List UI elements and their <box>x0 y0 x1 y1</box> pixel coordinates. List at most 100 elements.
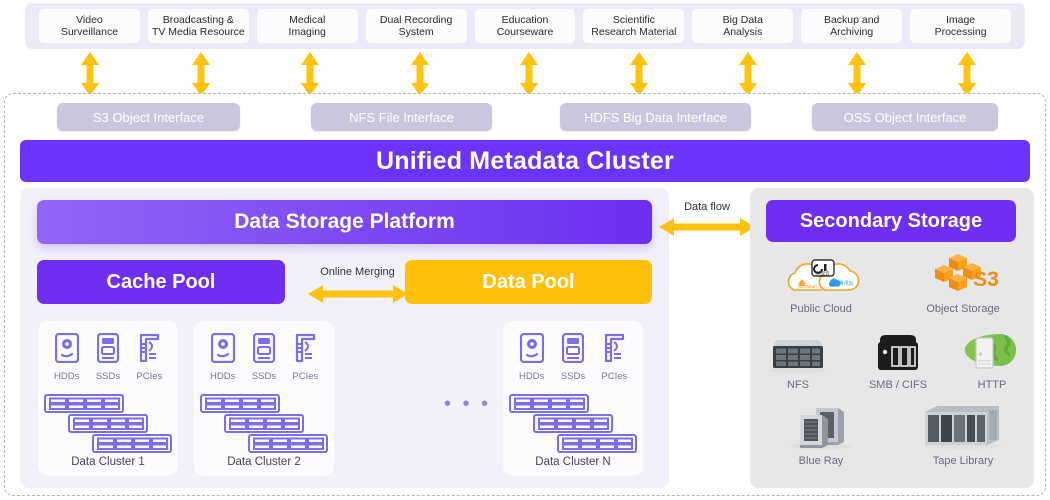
data-cluster-name: Data Cluster 2 <box>227 456 301 468</box>
vertical-double-arrow-icon <box>737 52 759 96</box>
secondary-item-smb-cifs[interactable]: SMB / CIFS <box>850 328 946 391</box>
media-item-hdd: HDDs <box>513 332 551 382</box>
vertical-double-arrow-icon <box>628 52 650 96</box>
media-label: PCIes <box>292 371 319 382</box>
media-row: HDDs SSDs PCIes <box>503 332 643 382</box>
interface-label: OSS Object Interface <box>843 109 967 125</box>
media-label: HDDs <box>209 371 236 382</box>
media-label: SSDs <box>95 371 121 382</box>
cache-pool-label: Cache Pool <box>106 270 216 293</box>
interface-pill-oss[interactable]: OSS Object Interface <box>812 103 998 131</box>
secondary-item-nfs[interactable]: NFS <box>754 328 842 391</box>
media-item-ssd: SSDs <box>554 332 592 382</box>
applications-band: Video Surveillance Broadcasting & TV Media… <box>25 3 1025 49</box>
application-label-line2: TV Media Resource <box>151 26 245 38</box>
ssd-icon <box>561 332 585 364</box>
vertical-double-arrow-icon <box>956 52 978 96</box>
secondary-item-blue-ray[interactable]: Blue Ray <box>766 404 876 467</box>
application-box[interactable]: Image Processing <box>910 9 1012 43</box>
data-pool-label: Data Pool <box>482 270 575 293</box>
secondary-item-label: NFS <box>787 379 809 391</box>
svg-text:阿里云: 阿里云 <box>816 270 830 277</box>
application-label-line2: Courseware <box>496 26 554 38</box>
data-cluster-card[interactable]: HDDs SSDs PCIes <box>503 321 643 476</box>
application-box[interactable]: Backup and Archiving <box>801 9 903 43</box>
data-flow-label: Data flow <box>684 201 730 213</box>
media-label: PCIes <box>601 371 628 382</box>
vertical-double-arrow-icon <box>79 52 101 96</box>
pcie-card-icon <box>605 333 625 363</box>
online-merging-double-arrow-icon <box>308 283 408 305</box>
application-box[interactable]: Dual Recording System <box>365 9 467 43</box>
application-label-line2: System <box>398 26 434 38</box>
server-rack-stack-icon <box>44 394 172 459</box>
media-label: SSDs <box>560 371 586 382</box>
media-item-pcie: PCIes <box>130 333 168 382</box>
application-label-line2: Processing <box>934 26 987 38</box>
secondary-storage-row: 阿里云 amazon 腾讯云 Public Cloud S3 Object St… <box>750 252 1034 315</box>
secondary-storage-row: Blue Ray Tape Library <box>750 404 1034 467</box>
secondary-item-label: Blue Ray <box>798 455 844 467</box>
unified-metadata-cluster-title: Unified Metadata Cluster <box>376 146 674 175</box>
data-storage-platform-panel: Data Storage Platform Cache Pool Online … <box>20 188 669 488</box>
secondary-storage-bar: Secondary Storage <box>766 200 1016 242</box>
application-box[interactable]: Medical Imaging <box>256 9 358 43</box>
interface-label: S3 Object Interface <box>92 109 205 125</box>
media-row: HDDs SSDs PCIes <box>38 332 178 382</box>
data-cluster-card[interactable]: HDDs SSDs PCIes <box>38 321 178 476</box>
data-storage-platform-title: Data Storage Platform <box>234 210 455 233</box>
secondary-item-label: Tape Library <box>932 455 994 467</box>
data-cluster-card[interactable]: HDDs SSDs PCIes <box>194 321 334 476</box>
hard-disk-icon <box>54 332 79 364</box>
application-box[interactable]: Video Surveillance <box>39 9 140 43</box>
svg-text:amazon: amazon <box>799 285 817 290</box>
unified-metadata-cluster-bar: Unified Metadata Cluster <box>20 140 1030 182</box>
interface-pill-s3[interactable]: S3 Object Interface <box>57 103 240 131</box>
media-item-pcie: PCIes <box>286 333 324 382</box>
pcie-card-icon <box>296 333 316 363</box>
application-label-line2: Surveillance <box>60 26 119 38</box>
application-label-line1: Video <box>76 14 103 26</box>
cache-pool-box: Cache Pool <box>37 260 285 304</box>
data-flow-double-arrow-icon <box>659 216 755 238</box>
svg-text:腾讯云: 腾讯云 <box>838 280 853 287</box>
interface-label: NFS File Interface <box>349 109 454 125</box>
vertical-double-arrow-icon <box>409 52 431 96</box>
data-pool-box: Data Pool <box>405 260 652 304</box>
application-label-line1: Medical <box>289 14 326 26</box>
media-item-pcie: PCIes <box>595 333 633 382</box>
ssd-icon <box>96 332 120 364</box>
s3-badge-text: S3 <box>973 268 999 291</box>
data-storage-platform-bar: Data Storage Platform <box>37 200 652 244</box>
server-rack-stack-icon <box>200 394 328 459</box>
secondary-item-tape-library[interactable]: Tape Library <box>908 404 1018 467</box>
secondary-item-object-storage[interactable]: S3 Object Storage <box>908 252 1018 315</box>
media-item-hdd: HDDs <box>204 332 242 382</box>
interface-pill-hdfs[interactable]: HDFS Big Data Interface <box>560 103 751 131</box>
vertical-double-arrow-icon <box>190 52 212 96</box>
secondary-item-label: SMB / CIFS <box>868 379 928 391</box>
secondary-storage-title: Secondary Storage <box>799 209 983 232</box>
media-label: SSDs <box>251 371 277 382</box>
application-box[interactable]: Scientific Research Material <box>583 9 685 43</box>
application-box[interactable]: Broadcasting & TV Media Resource <box>147 9 249 43</box>
application-box[interactable]: Education Courseware <box>474 9 576 43</box>
application-label-line2: Analysis <box>723 26 763 38</box>
media-item-ssd: SSDs <box>245 332 283 382</box>
secondary-item-label: Public Cloud <box>790 303 852 315</box>
interface-pill-nfs[interactable]: NFS File Interface <box>311 103 492 131</box>
secondary-item-public-cloud[interactable]: 阿里云 amazon 腾讯云 Public Cloud <box>766 252 876 315</box>
hard-disk-icon <box>210 332 235 364</box>
media-label: PCIes <box>136 371 163 382</box>
media-item-ssd: SSDs <box>89 332 127 382</box>
s3-object-storage-icon: S3 <box>908 252 1018 298</box>
vertical-double-arrow-icon <box>299 52 321 96</box>
public-cloud-icon: 阿里云 amazon 腾讯云 <box>766 252 876 298</box>
secondary-item-http[interactable]: HTTP <box>954 328 1030 391</box>
bluray-cabinet-icon <box>766 404 876 450</box>
application-box[interactable]: Big Data Analysis <box>692 9 794 43</box>
vertical-double-arrow-icon <box>518 52 540 96</box>
nas-box-icon <box>850 328 946 374</box>
vertical-double-arrow-icon <box>846 52 868 96</box>
application-label-line1: Education <box>501 14 549 26</box>
